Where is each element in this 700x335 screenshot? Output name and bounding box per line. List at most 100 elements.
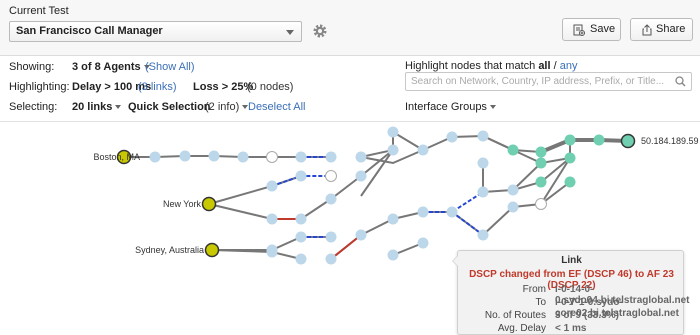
share-button[interactable]: Share [630, 18, 693, 41]
loss-count: (0 nodes) [247, 81, 294, 93]
agent-node-newyork[interactable] [201, 196, 217, 212]
unknown-hop-node[interactable] [535, 198, 547, 210]
unknown-hop-node[interactable] [325, 170, 337, 182]
test-select-dropdown[interactable]: San Francisco Call Manager [9, 21, 302, 42]
target-network-node[interactable] [535, 146, 547, 158]
tooltip-key: Avg. Delay [497, 323, 546, 334]
deselect-all-link[interactable]: Deselect All [248, 101, 305, 113]
chevron-down-icon [489, 105, 496, 110]
hop-node[interactable] [477, 157, 489, 169]
search-icon [675, 76, 686, 87]
hop-node[interactable] [295, 213, 307, 225]
hop-node[interactable] [446, 206, 458, 218]
link-tooltip: Link DSCP changed from EF (DSCP 46) to A… [452, 250, 690, 335]
quick-selection-dropdown[interactable]: Quick Selection [128, 101, 211, 113]
save-icon [573, 24, 585, 36]
hop-node[interactable] [477, 229, 489, 241]
hop-node[interactable] [417, 144, 429, 156]
target-label: 50.184.189.59 [641, 136, 699, 146]
boston-path [124, 134, 629, 165]
hop-node[interactable] [295, 231, 307, 243]
hop-node[interactable] [387, 249, 399, 261]
match-all-option[interactable]: all [538, 60, 550, 72]
hop-node[interactable] [266, 180, 278, 192]
filter-panel: Showing: 3 of 8 Agents (Show All) Highli… [0, 56, 700, 122]
hop-node[interactable] [446, 131, 458, 143]
tooltip-title: Link [561, 255, 582, 266]
agent-label-newyork: New York [163, 199, 202, 209]
unknown-hop-node[interactable] [266, 151, 278, 163]
hop-node[interactable] [208, 150, 220, 162]
tooltip-key: From [522, 284, 546, 295]
hop-node[interactable] [325, 151, 337, 163]
target-network-node[interactable] [507, 144, 519, 156]
match-any-option[interactable]: any [560, 60, 578, 72]
links-dropdown-value: 20 links [72, 101, 113, 113]
hop-node[interactable] [417, 206, 429, 218]
hop-node[interactable] [266, 213, 278, 225]
tooltip-row-routes: No. of Routes 3 of 9 (33.3%) [458, 310, 685, 322]
gear-icon[interactable] [312, 23, 328, 39]
hop-node[interactable] [507, 184, 519, 196]
chevron-down-icon [286, 30, 294, 35]
highlighting-label: Highlighting: [9, 81, 70, 93]
highlight-match-label: Highlight nodes that match all / any [405, 60, 577, 72]
hop-node[interactable] [355, 229, 367, 241]
target-network-node[interactable] [535, 176, 547, 188]
hop-node[interactable] [355, 170, 367, 182]
hop-node[interactable] [295, 151, 307, 163]
hop-node[interactable] [477, 130, 489, 142]
tooltip-key: To [535, 297, 546, 308]
search-input[interactable]: Search on Network, Country, IP address, … [405, 72, 692, 91]
loss-filter[interactable]: Loss > 25% [193, 81, 253, 93]
interface-groups-dropdown[interactable]: Interface Groups [405, 101, 496, 113]
hop-node[interactable] [325, 193, 337, 205]
hop-node[interactable] [387, 126, 399, 138]
show-all-link[interactable]: (Show All) [145, 61, 195, 73]
hop-node[interactable] [355, 151, 367, 163]
hop-node[interactable] [237, 151, 249, 163]
selecting-label: Selecting: [9, 101, 58, 113]
hop-node[interactable] [387, 213, 399, 225]
target-network-node[interactable] [564, 152, 576, 164]
agent-node-sydney[interactable] [204, 242, 220, 258]
hop-node[interactable] [507, 201, 519, 213]
delay-links-link[interactable]: (3 links) [138, 81, 177, 93]
hop-node[interactable] [325, 253, 337, 265]
tooltip-row-delay: Avg. Delay < 1 ms [458, 323, 685, 335]
tooltip-value: 3 of 9 (33.3%) [555, 310, 619, 321]
quick-selection-count: (2 info) [205, 101, 249, 113]
hop-node[interactable] [149, 151, 161, 163]
tooltip-key: No. of Routes [484, 310, 546, 321]
hop-node[interactable] [295, 170, 307, 182]
tooltip-row-to: To i-0-7-1-0.sydo-core02.bi.telstragloba… [458, 297, 685, 319]
tooltip-value: < 1 ms [555, 323, 587, 334]
hop-node[interactable] [266, 246, 278, 258]
target-network-node[interactable] [593, 134, 605, 146]
hop-node[interactable] [387, 144, 399, 156]
agent-label-boston: Boston, MA [93, 152, 140, 162]
header-bar: Current Test San Francisco Call Manager … [0, 0, 700, 56]
interface-groups-label: Interface Groups [405, 101, 487, 113]
hop-node[interactable] [417, 237, 429, 249]
highlight-match-prefix: Highlight nodes that match [405, 60, 539, 72]
search-placeholder: Search on Network, Country, IP address, … [411, 76, 665, 87]
test-select-value: San Francisco Call Manager [16, 25, 163, 37]
links-dropdown[interactable]: 20 links [72, 101, 122, 113]
agents-dropdown[interactable]: 3 of 8 Agents [72, 61, 150, 73]
hop-node[interactable] [295, 253, 307, 265]
hop-node[interactable] [477, 186, 489, 198]
share-icon [642, 24, 652, 36]
target-network-node[interactable] [564, 134, 576, 146]
tooltip-row-from: From i-0-14-0-0.sydo04.bi.telstraglobal.… [458, 284, 690, 306]
save-button-label: Save [590, 23, 616, 35]
hop-node[interactable] [179, 150, 191, 162]
showing-label: Showing: [9, 61, 55, 73]
target-network-node[interactable] [535, 157, 547, 169]
agent-label-sydney: Sydney, Australia [135, 245, 204, 255]
target-node[interactable] [620, 133, 636, 149]
hop-node[interactable] [325, 231, 337, 243]
current-test-label: Current Test [9, 5, 69, 17]
save-button[interactable]: Save [562, 18, 621, 41]
target-network-node[interactable] [564, 176, 576, 188]
